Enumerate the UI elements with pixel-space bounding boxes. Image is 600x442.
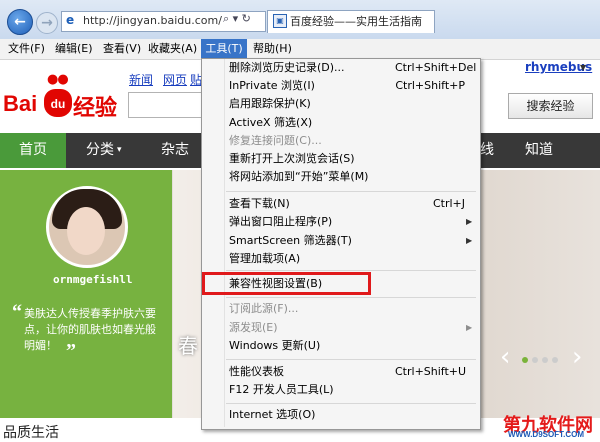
back-button[interactable]: ←	[7, 9, 33, 35]
menu-item-smartscreen[interactable]: SmartScreen 筛选器(T)	[229, 232, 352, 250]
quote-close-icon: ”	[66, 340, 76, 362]
menu-item-popup-blocker[interactable]: 弹出窗口阻止程序(P)	[229, 213, 332, 231]
banner-caption[interactable]: 春	[178, 330, 198, 359]
shortcut: Ctrl+Shift+Del	[395, 61, 477, 74]
menu-item-delete-history[interactable]: 删除浏览历史记录(D)...	[229, 59, 345, 77]
tab-title[interactable]: 百度经验——实用生活指南	[290, 13, 430, 29]
ie-icon: e	[66, 13, 75, 27]
menu-separator	[226, 270, 476, 271]
nav-home[interactable]: 首页	[0, 133, 66, 168]
menu-item-f12-tools[interactable]: F12 开发人员工具(L)	[229, 381, 334, 399]
quote-open-icon: “	[12, 301, 22, 323]
address-text[interactable]: http://jingyan.baidu.com/	[83, 14, 222, 27]
submenu-arrow-icon: ▶	[466, 236, 473, 245]
menu-item-activex-filter[interactable]: ActiveX 筛选(X)	[229, 114, 312, 132]
section-title: 品质生活	[3, 425, 59, 441]
menu-item-fix-connection: 修复连接问题(C)...	[229, 134, 322, 147]
menu-edit[interactable]: 编辑(E)	[55, 39, 93, 59]
slide-dot[interactable]	[552, 357, 558, 363]
chevron-down-icon[interactable]: ▼	[580, 63, 586, 72]
shortcut: Ctrl+J	[432, 197, 465, 210]
paw-icon: ●●	[47, 72, 69, 87]
page-icon: ▣	[273, 14, 287, 28]
prev-slide-icon[interactable]: ‹	[500, 342, 510, 372]
menu-item-subscribe-feed: 订阅此源(F)...	[229, 302, 299, 315]
menu-separator	[226, 191, 476, 192]
address-action-icons[interactable]: ⌕ ▾ ↻	[223, 12, 251, 26]
menu-item-performance-dashboard[interactable]: 性能仪表板	[229, 363, 284, 381]
menu-item-inprivate[interactable]: InPrivate 浏览(I)	[229, 77, 315, 95]
logo-du[interactable]: du	[44, 89, 72, 117]
search-input[interactable]	[128, 92, 205, 118]
logo-bai[interactable]: Bai	[3, 91, 37, 117]
nav-zhidao[interactable]: 知道	[525, 133, 553, 168]
menu-item-windows-update[interactable]: Windows 更新(U)	[229, 337, 320, 355]
avatar-face	[67, 207, 105, 255]
slide-dots[interactable]	[522, 352, 562, 366]
menu-separator	[226, 403, 476, 404]
next-slide-icon[interactable]: ›	[572, 342, 582, 372]
menu-gutter	[224, 59, 225, 427]
menu-item-add-to-start[interactable]: 将网站添加到“开始”菜单(M)	[229, 168, 368, 186]
profile-quote[interactable]: 美肤达人传授春季护肤六要点，让你的肌肤也如春光般明媚！	[24, 306, 164, 354]
submenu-arrow-icon: ▶	[466, 217, 473, 226]
nav-item[interactable]: 线	[480, 133, 494, 168]
nav-magazine[interactable]: 杂志	[161, 133, 189, 168]
link-web[interactable]: 网页	[163, 71, 187, 88]
chevron-down-icon: ▾	[117, 145, 122, 155]
forward-button[interactable]: →	[36, 12, 58, 34]
menu-file[interactable]: 文件(F)	[8, 39, 45, 59]
menu-item-feed-discovery: 源发现(E)	[229, 321, 278, 334]
slide-dot[interactable]	[522, 357, 528, 363]
submenu-arrow-icon: ▶	[466, 323, 473, 332]
link-news[interactable]: 新闻	[129, 71, 153, 88]
highlight-box	[202, 272, 371, 295]
menu-tools[interactable]: 工具(T)	[201, 39, 247, 59]
menu-item-reopen-session[interactable]: 重新打开上次浏览会话(S)	[229, 150, 355, 168]
logo-jingyan[interactable]: 经验	[73, 90, 117, 122]
shortcut: Ctrl+Shift+U	[395, 365, 467, 378]
menu-separator	[226, 297, 476, 298]
nav-category[interactable]: 分类	[86, 133, 114, 168]
menu-favorites[interactable]: 收藏夹(A)	[148, 39, 197, 59]
search-button[interactable]: 搜索经验	[508, 93, 593, 119]
shortcut: Ctrl+Shift+P	[395, 79, 465, 92]
slide-dot[interactable]	[542, 357, 548, 363]
menu-item-internet-options[interactable]: Internet 选项(O)	[229, 406, 315, 424]
watermark-url: WWW.D9SOFT.COM	[508, 430, 584, 439]
menu-separator	[226, 359, 476, 360]
slide-dot[interactable]	[532, 357, 538, 363]
menu-item-view-downloads[interactable]: 查看下载(N)	[229, 195, 290, 213]
menu-view[interactable]: 查看(V)	[103, 39, 141, 59]
menu-item-manage-addons[interactable]: 管理加载项(A)	[229, 250, 300, 268]
profile-name[interactable]: ornmgefishll	[53, 273, 132, 286]
menu-help[interactable]: 帮助(H)	[253, 39, 292, 59]
menu-item-tracking-protection[interactable]: 启用跟踪保护(K)	[229, 95, 311, 113]
